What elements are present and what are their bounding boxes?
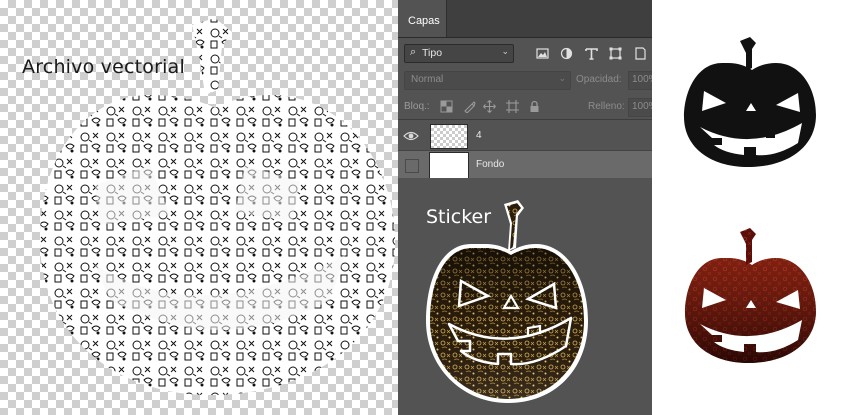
chevron-down-icon: ⌄ <box>501 46 509 56</box>
blend-mode-value: Normal <box>411 74 444 85</box>
tab-layers[interactable]: Capas <box>398 0 447 37</box>
document-canvas[interactable]: Archivo vectorial <box>0 0 398 415</box>
blend-row: Normal ⌄ Opacidad: 100% <box>398 68 652 94</box>
sticker-pumpkin-image <box>426 200 588 403</box>
opacity-input[interactable]: 100% <box>628 71 652 90</box>
blend-mode-select[interactable]: Normal ⌄ <box>404 71 571 90</box>
fill-value: 100% <box>632 101 652 112</box>
smart-object-filter-icon[interactable] <box>634 47 647 60</box>
panel-tab-bar: Capas <box>398 0 652 38</box>
layer-row-selected[interactable]: Fondo <box>398 151 652 178</box>
lock-all-icon[interactable] <box>528 100 541 113</box>
visibility-toggle[interactable] <box>405 159 419 173</box>
filter-kind-select[interactable]: ⌕ Tipo ⌄ <box>404 44 514 63</box>
adjustment-filter-icon[interactable] <box>560 47 573 60</box>
sticker-label: Sticker <box>426 206 492 228</box>
lock-row: Bloq.: Relleno: 100% <box>398 95 652 120</box>
search-icon: ⌕ <box>410 46 417 58</box>
lock-position-icon[interactable] <box>483 100 496 113</box>
image-filter-icon[interactable] <box>536 47 549 60</box>
lock-image-pixels-icon[interactable] <box>463 100 476 113</box>
lock-transparent-pixels-icon[interactable] <box>440 100 453 113</box>
preview-area <box>652 0 849 415</box>
black-pumpkin-image <box>684 37 816 167</box>
filter-kind-value: Tipo <box>422 47 443 59</box>
layer-thumbnail <box>430 124 468 149</box>
layer-thumbnail <box>430 153 468 178</box>
shape-filter-icon[interactable] <box>609 47 622 60</box>
opacity-value: 100% <box>632 74 652 85</box>
layer-row[interactable]: 4 <box>398 122 652 151</box>
layer-name[interactable]: 4 <box>476 130 482 141</box>
lock-label: Bloq.: <box>404 101 430 112</box>
type-filter-icon[interactable] <box>585 47 598 60</box>
vector-file-label: Archivo vectorial <box>22 56 185 78</box>
eye-icon[interactable] <box>403 129 419 143</box>
tab-layers-label: Capas <box>408 15 440 27</box>
layers-panel: Capas ⌕ Tipo ⌄ Normal ⌄ Opacidad: 100 Bl… <box>398 0 652 415</box>
fill-label: Relleno: <box>588 101 625 112</box>
layer-name[interactable]: Fondo <box>476 159 504 170</box>
fill-input[interactable]: 100% <box>628 98 652 117</box>
opacity-label: Opacidad: <box>576 74 622 85</box>
chevron-down-icon: ⌄ <box>558 73 566 83</box>
layer-filter-row: ⌕ Tipo ⌄ <box>398 38 652 68</box>
red-pumpkin-image <box>685 228 816 363</box>
lock-artboard-icon[interactable] <box>506 100 519 113</box>
